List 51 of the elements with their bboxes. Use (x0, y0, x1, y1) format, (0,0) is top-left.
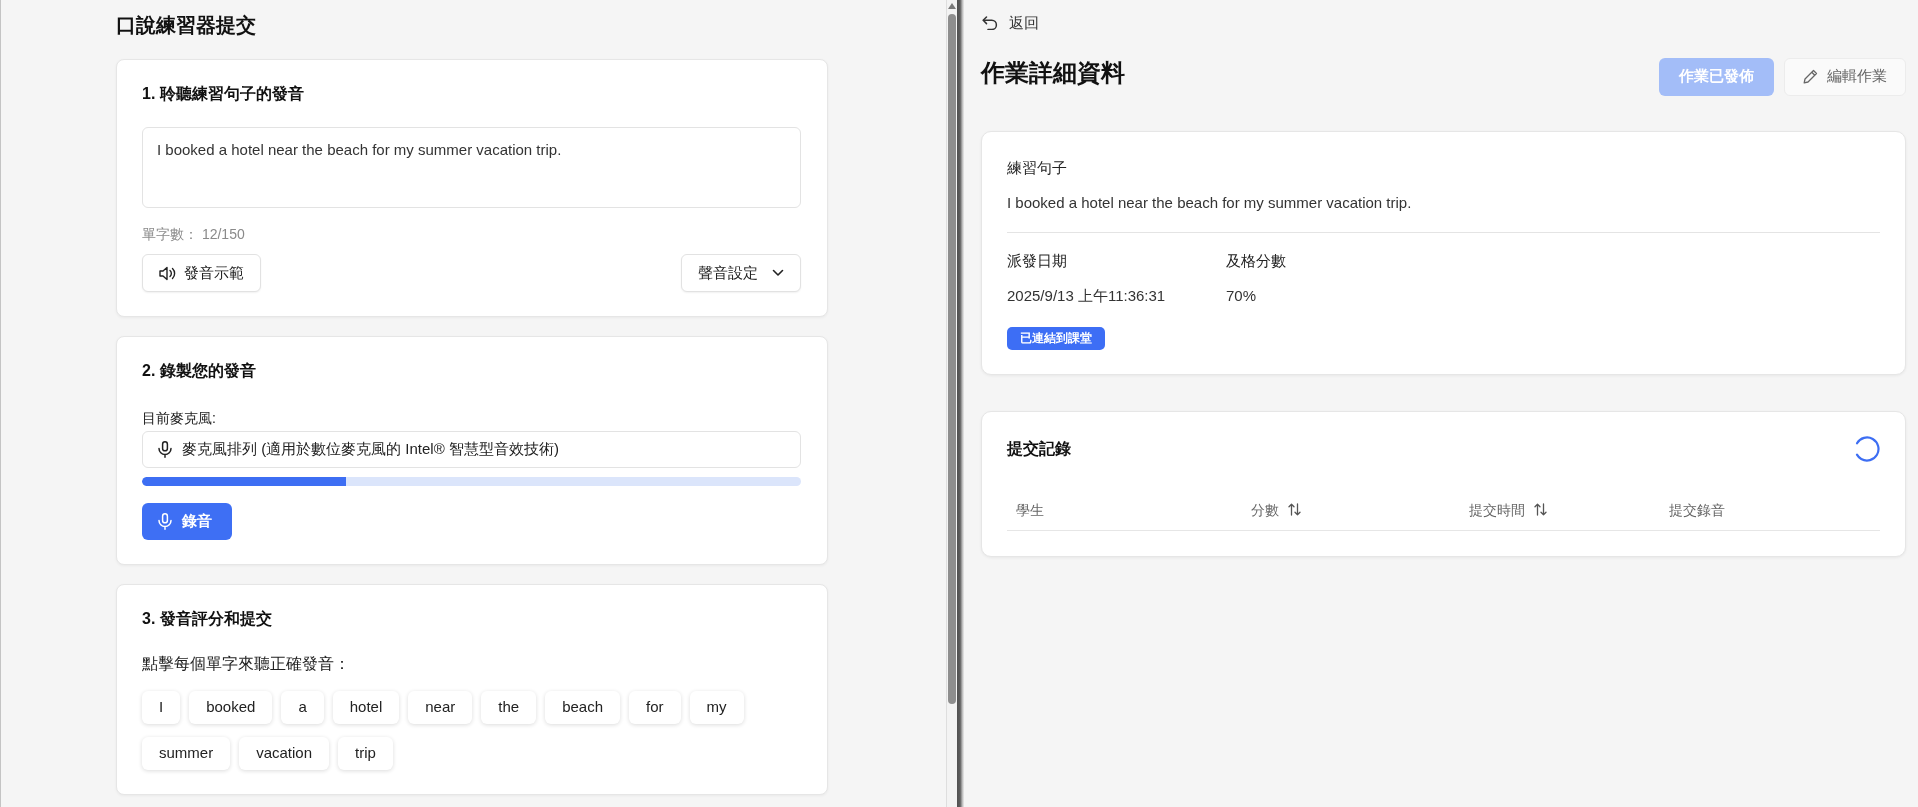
sort-arrows-icon[interactable] (1534, 503, 1547, 516)
scrollbar[interactable] (946, 0, 957, 807)
microphone-icon (158, 513, 172, 530)
record-button[interactable]: 錄音 (142, 503, 232, 540)
page-title: 作業詳細資料 (981, 57, 1125, 88)
section-heading: 3. 發音評分和提交 (142, 609, 273, 629)
microphone-label: 目前麥克風: (142, 409, 217, 428)
word-button[interactable]: a (281, 691, 324, 724)
pencil-icon[interactable] (1803, 69, 1818, 84)
word-button[interactable]: summer (142, 737, 231, 770)
pronunciation-demo-button[interactable]: 發音示範 (142, 254, 261, 292)
card-title: 提交記錄 (1007, 438, 1071, 459)
field-label: 練習句子 (1007, 157, 1068, 178)
pane-splitter[interactable] (957, 0, 964, 807)
sentence-text-field[interactable]: I booked a hotel near the beach for my summer vacation trip. (142, 127, 801, 208)
column-header: 提交錄音 (1669, 500, 1725, 520)
voice-settings-dropdown[interactable]: 聲音設定 (681, 254, 801, 292)
speaker-icon (159, 265, 176, 281)
column-header: 學生 (1016, 500, 1044, 520)
page-title: 口說練習器提交 (116, 13, 257, 37)
word-button[interactable]: hotel (332, 691, 400, 724)
status-badge: 已連結到課堂 (1007, 326, 1105, 350)
word-count-text: 單字數： 12/150 (142, 225, 246, 244)
column-header[interactable]: 提交時間 (1469, 499, 1525, 520)
scroll-up-arrow-icon[interactable] (948, 3, 956, 9)
section-heading: 2. 錄製您的發音 (142, 361, 257, 381)
word-button[interactable]: for (629, 691, 681, 724)
microphone-icon (158, 441, 172, 458)
word-button[interactable]: booked (189, 691, 273, 724)
sort-arrows-icon[interactable] (1288, 503, 1301, 516)
sentence-text: I booked a hotel near the beach for my summer vacation trip. (1007, 192, 1413, 213)
back-link[interactable]: 返回 (981, 13, 1039, 33)
instruction-text: 點擊每個單字來聽正確發音： (142, 654, 351, 674)
word-button[interactable]: near (408, 691, 473, 724)
column-header[interactable]: 分數 (1251, 499, 1279, 520)
word-button[interactable]: vacation (239, 737, 330, 770)
field-value: 2025/9/13 上午11:36:31 (1007, 285, 1167, 306)
word-button[interactable]: I (142, 691, 181, 724)
word-button[interactable]: trip (338, 737, 393, 770)
microphone-field[interactable]: 麥克風排列 (適用於數位麥克風的 Intel® 智慧型音效技術) (142, 431, 801, 468)
undo-arrow-icon[interactable] (982, 16, 998, 30)
field-value: 70% (1226, 285, 1258, 306)
word-button[interactable]: the (481, 691, 537, 724)
word-button[interactable]: my (689, 691, 744, 724)
field-label: 派發日期 (1007, 250, 1068, 271)
edit-button[interactable]: 編輯作業 (1784, 57, 1906, 96)
word-button[interactable]: beach (545, 691, 621, 724)
scrollbar-thumb[interactable] (948, 14, 956, 704)
section-heading: 1. 聆聽練習句子的發音 (142, 84, 305, 104)
field-label: 及格分數 (1226, 250, 1287, 271)
chevron-down-icon (772, 269, 784, 277)
